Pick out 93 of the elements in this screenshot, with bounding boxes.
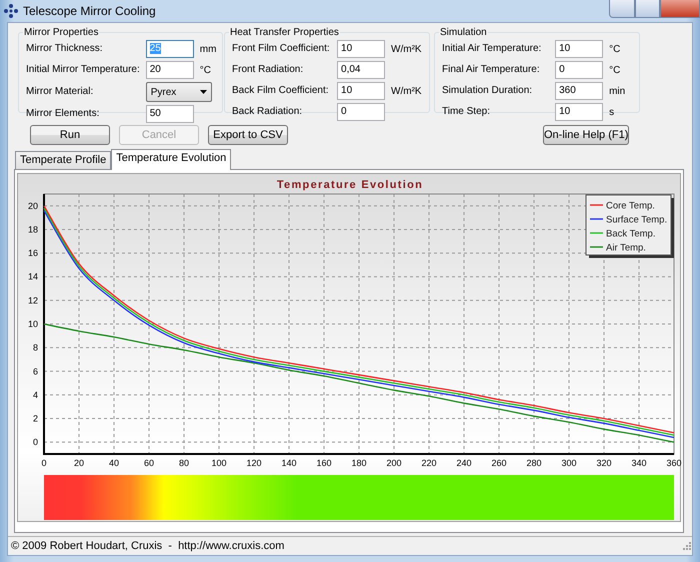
axis-tick-label: 320	[596, 458, 612, 468]
field-text: 10	[341, 43, 352, 54]
group-title: Heat Transfer Properties	[229, 27, 340, 38]
field-text: 0	[559, 64, 565, 75]
input-field[interactable]: 10	[555, 40, 604, 58]
axis-tick-label: 40	[109, 458, 119, 468]
input-field[interactable]: 0,04	[337, 61, 386, 79]
axis-tick-label: 280	[526, 458, 542, 468]
axis-tick-label: 100	[211, 458, 227, 468]
field-text: 25	[150, 43, 161, 54]
field-label: Simulation Duration:	[442, 84, 534, 98]
field-label: Final Air Temperature:	[442, 63, 541, 77]
axis-tick-label: 2	[32, 414, 38, 424]
action-button[interactable]: On-line Help (F1)	[543, 125, 629, 145]
legend-label: Air Temp.	[606, 242, 646, 254]
action-button[interactable]: Export to CSV	[208, 125, 288, 145]
axis-tick-label: 300	[561, 458, 577, 468]
unit-label: W/m²K	[391, 86, 423, 96]
resize-grip-icon[interactable]	[682, 541, 692, 551]
unit-label: W/m²K	[391, 44, 423, 54]
axis-tick-label: 200	[386, 458, 402, 468]
legend-label: Core Temp.	[606, 200, 655, 212]
minimize-button[interactable]	[609, 0, 635, 18]
field-label: Mirror Elements:	[26, 107, 100, 121]
status-text: © 2009 Robert Houdart, Cruxis - http://www.cruxis.com	[11, 540, 284, 552]
tab[interactable]: Temperature Evolution	[111, 149, 232, 170]
unit-label: mm	[200, 44, 216, 54]
input-field[interactable]: 50	[146, 105, 194, 123]
input-field[interactable]: 0	[555, 61, 604, 79]
axis-tick-label: 6	[32, 366, 38, 376]
axis-tick-label: 80	[179, 458, 189, 468]
input-field[interactable]: 10	[337, 40, 386, 58]
axis-tick-label: 16	[28, 248, 38, 258]
axis-tick-label: 180	[351, 458, 367, 468]
axis-tick-label: 20	[74, 458, 84, 468]
field-text: 360	[559, 85, 576, 96]
field-label: Front Film Coefficient:	[232, 42, 331, 56]
axis-tick-label: 140	[281, 458, 297, 468]
axis-tick-label: 220	[421, 458, 437, 468]
field-label: Back Film Coefficient:	[232, 84, 330, 98]
group-title: Simulation	[439, 27, 488, 38]
unit-label: °C	[609, 64, 622, 76]
caret-icon	[200, 90, 207, 94]
axis-tick-label: 360	[666, 458, 682, 468]
field-text: 10	[341, 85, 352, 96]
axis-tick-label: 10	[28, 319, 38, 329]
field-text: 0	[341, 106, 347, 117]
axis-tick-label: 340	[631, 458, 647, 468]
maximize-button[interactable]	[635, 0, 660, 18]
field-label: Mirror Material:	[26, 85, 94, 99]
axis-tick-label: 18	[28, 224, 38, 234]
axis-tick-label: 12	[28, 295, 38, 306]
action-button[interactable]: Run	[30, 125, 110, 145]
close-button[interactable]	[660, 0, 700, 18]
unit-label: min	[609, 86, 626, 96]
input-field[interactable]: 360	[555, 82, 604, 100]
axis-tick-label: 240	[456, 458, 472, 468]
field-label: Initial Mirror Temperature:	[26, 63, 140, 77]
axis-tick-label: 260	[491, 458, 507, 468]
window-title: Telescope Mirror Cooling	[23, 4, 156, 18]
field-label: Front Radiation:	[232, 63, 304, 77]
axis-tick-label: 8	[32, 342, 38, 353]
legend-label: Surface Temp.	[606, 214, 668, 226]
axis-tick-label: 4	[32, 390, 38, 400]
input-field[interactable]: 10	[337, 82, 386, 100]
field-text: 20	[150, 64, 161, 75]
axis-tick-label: 14	[28, 272, 38, 282]
axis-tick-label: 160	[316, 458, 332, 468]
field-label: Initial Air Temperature:	[442, 42, 542, 56]
field-text: 50	[150, 108, 161, 119]
unit-label: °C	[200, 64, 212, 76]
axis-tick-label: 0	[42, 458, 46, 468]
axis-tick-label: 60	[144, 458, 154, 468]
app-icon	[4, 4, 18, 18]
unit-label: s	[609, 106, 616, 118]
axis-tick-label: 20	[28, 200, 38, 211]
input-field[interactable]: 0	[337, 103, 386, 121]
field-label: Mirror Thickness:	[26, 42, 104, 56]
field-text: 10	[559, 43, 570, 54]
axis-tick-label: 120	[246, 458, 262, 468]
tab[interactable]: Temperate Profile	[15, 151, 112, 169]
input-field[interactable]: 20	[146, 61, 194, 79]
field-label: Time Step:	[442, 105, 491, 119]
unit-label: °C	[609, 44, 622, 54]
dropdown[interactable]: Pyrex	[146, 82, 212, 102]
field-label: Back Radiation:	[232, 105, 304, 119]
field-text: 10	[559, 106, 570, 117]
input-field[interactable]: 10	[555, 103, 604, 121]
group-title: Mirror Properties	[23, 27, 100, 38]
legend-label: Back Temp.	[606, 228, 656, 240]
chart-title: Temperature Evolution	[276, 179, 424, 191]
field-text: 0,04	[341, 64, 360, 75]
axis-tick-label: 0	[32, 437, 38, 448]
